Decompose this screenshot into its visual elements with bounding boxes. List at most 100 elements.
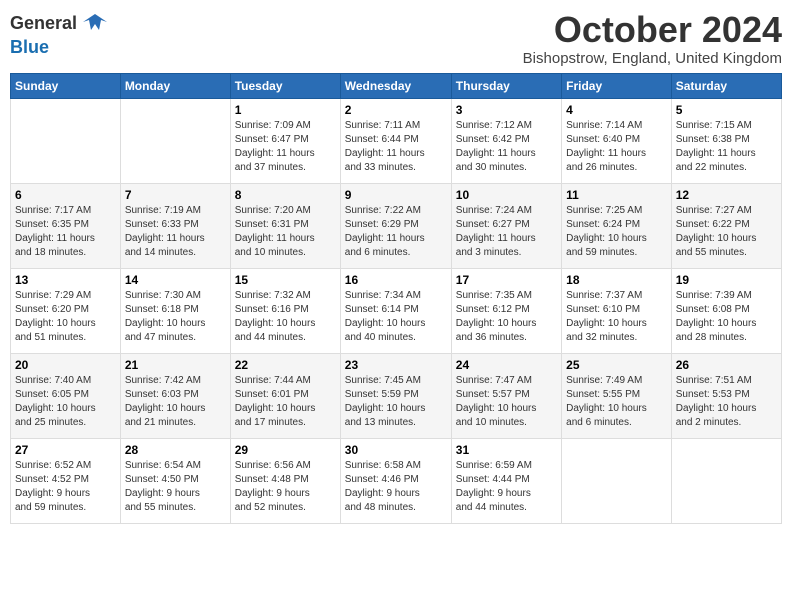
day-number: 8 — [235, 188, 336, 202]
calendar-cell: 18 Sunrise: 7:37 AM Sunset: 6:10 PM Dayli… — [562, 268, 672, 353]
day-number: 11 — [566, 188, 667, 202]
calendar-cell: 26 Sunrise: 7:51 AM Sunset: 5:53 PM Dayli… — [671, 353, 781, 438]
day-info: Sunrise: 7:19 AM Sunset: 6:33 PM Dayligh… — [125, 204, 226, 260]
day-info: Sunrise: 7:47 AM Sunset: 5:57 PM Dayligh… — [456, 374, 557, 430]
day-number: 2 — [345, 103, 447, 117]
day-info: Sunrise: 7:42 AM Sunset: 6:03 PM Dayligh… — [125, 374, 226, 430]
calendar-cell: 7Sunrise: 7:19 AM Sunset: 6:33 PM Daylig… — [120, 183, 230, 268]
day-number: 14 — [125, 273, 226, 287]
calendar-week-2: 6 Sunrise: 7:17 AM Sunset: 6:35 PM Daylig… — [11, 183, 782, 268]
day-info: Sunrise: 7:27 AM Sunset: 6:22 PM Dayligh… — [676, 204, 777, 260]
day-number: 28 — [125, 443, 226, 457]
day-info: Sunrise: 6:52 AM Sunset: 4:52 PM Dayligh… — [15, 459, 116, 515]
day-info: Sunrise: 7:39 AM Sunset: 6:08 PM Dayligh… — [676, 289, 777, 345]
day-info: Sunrise: 7:51 AM Sunset: 5:53 PM Dayligh… — [676, 374, 777, 430]
day-info: Sunrise: 7:40 AM Sunset: 6:05 PM Dayligh… — [15, 374, 116, 430]
calendar-cell: 8Sunrise: 7:20 AM Sunset: 6:31 PM Daylig… — [230, 183, 340, 268]
calendar-cell: 19 Sunrise: 7:39 AM Sunset: 6:08 PM Dayli… — [671, 268, 781, 353]
calendar-cell: 12 Sunrise: 7:27 AM Sunset: 6:22 PM Dayli… — [671, 183, 781, 268]
day-of-week-saturday: Saturday — [671, 73, 781, 98]
calendar-header: SundayMondayTuesdayWednesdayThursdayFrid… — [11, 73, 782, 98]
day-info: Sunrise: 6:56 AM Sunset: 4:48 PM Dayligh… — [235, 459, 336, 515]
day-number: 30 — [345, 443, 447, 457]
calendar-cell: 16Sunrise: 7:34 AM Sunset: 6:14 PM Dayli… — [340, 268, 451, 353]
day-info: Sunrise: 7:32 AM Sunset: 6:16 PM Dayligh… — [235, 289, 336, 345]
calendar-table: SundayMondayTuesdayWednesdayThursdayFrid… — [10, 73, 782, 524]
day-number: 18 — [566, 273, 667, 287]
calendar-week-4: 20 Sunrise: 7:40 AM Sunset: 6:05 PM Dayli… — [11, 353, 782, 438]
title-block: October 2024 Bishopstrow, England, Unite… — [523, 10, 782, 67]
day-number: 15 — [235, 273, 336, 287]
day-of-week-thursday: Thursday — [451, 73, 561, 98]
location: Bishopstrow, England, United Kingdom — [523, 50, 782, 67]
calendar-cell: 25Sunrise: 7:49 AM Sunset: 5:55 PM Dayli… — [562, 353, 672, 438]
day-info: Sunrise: 7:37 AM Sunset: 6:10 PM Dayligh… — [566, 289, 667, 345]
calendar-cell: 29Sunrise: 6:56 AM Sunset: 4:48 PM Dayli… — [230, 438, 340, 523]
calendar-cell: 3Sunrise: 7:12 AM Sunset: 6:42 PM Daylig… — [451, 98, 561, 183]
day-number: 22 — [235, 358, 336, 372]
calendar-cell — [11, 98, 121, 183]
day-of-week-sunday: Sunday — [11, 73, 121, 98]
calendar-cell — [120, 98, 230, 183]
day-info: Sunrise: 7:12 AM Sunset: 6:42 PM Dayligh… — [456, 119, 557, 175]
calendar-cell: 13Sunrise: 7:29 AM Sunset: 6:20 PM Dayli… — [11, 268, 121, 353]
day-of-week-friday: Friday — [562, 73, 672, 98]
calendar-cell: 6 Sunrise: 7:17 AM Sunset: 6:35 PM Daylig… — [11, 183, 121, 268]
calendar-cell: 20 Sunrise: 7:40 AM Sunset: 6:05 PM Dayli… — [11, 353, 121, 438]
calendar-cell: 23 Sunrise: 7:45 AM Sunset: 5:59 PM Dayli… — [340, 353, 451, 438]
calendar-cell: 30 Sunrise: 6:58 AM Sunset: 4:46 PM Dayli… — [340, 438, 451, 523]
calendar-cell: 1 Sunrise: 7:09 AM Sunset: 6:47 PM Daylig… — [230, 98, 340, 183]
day-number: 10 — [456, 188, 557, 202]
calendar-cell — [671, 438, 781, 523]
day-number: 6 — [15, 188, 116, 202]
calendar-cell: 21Sunrise: 7:42 AM Sunset: 6:03 PM Dayli… — [120, 353, 230, 438]
logo: General Blue — [10, 10, 109, 58]
day-info: Sunrise: 6:54 AM Sunset: 4:50 PM Dayligh… — [125, 459, 226, 515]
day-number: 19 — [676, 273, 777, 287]
day-info: Sunrise: 7:29 AM Sunset: 6:20 PM Dayligh… — [15, 289, 116, 345]
day-info: Sunrise: 7:17 AM Sunset: 6:35 PM Dayligh… — [15, 204, 116, 260]
day-number: 16 — [345, 273, 447, 287]
calendar-cell: 10 Sunrise: 7:24 AM Sunset: 6:27 PM Dayli… — [451, 183, 561, 268]
day-number: 5 — [676, 103, 777, 117]
logo-bird-icon — [81, 10, 109, 38]
calendar-cell: 22 Sunrise: 7:44 AM Sunset: 6:01 PM Dayli… — [230, 353, 340, 438]
calendar-cell: 5 Sunrise: 7:15 AM Sunset: 6:38 PM Daylig… — [671, 98, 781, 183]
day-number: 27 — [15, 443, 116, 457]
calendar-cell: 11 Sunrise: 7:25 AM Sunset: 6:24 PM Dayli… — [562, 183, 672, 268]
calendar-week-3: 13Sunrise: 7:29 AM Sunset: 6:20 PM Dayli… — [11, 268, 782, 353]
calendar-cell: 4Sunrise: 7:14 AM Sunset: 6:40 PM Daylig… — [562, 98, 672, 183]
page-header: General Blue October 2024 Bishopstrow, E… — [10, 10, 782, 67]
calendar-week-1: 1 Sunrise: 7:09 AM Sunset: 6:47 PM Daylig… — [11, 98, 782, 183]
day-info: Sunrise: 7:30 AM Sunset: 6:18 PM Dayligh… — [125, 289, 226, 345]
day-number: 1 — [235, 103, 336, 117]
calendar-cell: 2Sunrise: 7:11 AM Sunset: 6:44 PM Daylig… — [340, 98, 451, 183]
calendar-cell: 28 Sunrise: 6:54 AM Sunset: 4:50 PM Dayli… — [120, 438, 230, 523]
day-info: Sunrise: 7:15 AM Sunset: 6:38 PM Dayligh… — [676, 119, 777, 175]
day-number: 20 — [15, 358, 116, 372]
calendar-cell: 27 Sunrise: 6:52 AM Sunset: 4:52 PM Dayli… — [11, 438, 121, 523]
logo-general: General — [10, 14, 77, 34]
day-number: 31 — [456, 443, 557, 457]
calendar-cell: 15 Sunrise: 7:32 AM Sunset: 6:16 PM Dayli… — [230, 268, 340, 353]
calendar-cell: 31 Sunrise: 6:59 AM Sunset: 4:44 PM Dayli… — [451, 438, 561, 523]
day-info: Sunrise: 7:35 AM Sunset: 6:12 PM Dayligh… — [456, 289, 557, 345]
day-of-week-monday: Monday — [120, 73, 230, 98]
day-info: Sunrise: 7:45 AM Sunset: 5:59 PM Dayligh… — [345, 374, 447, 430]
day-info: Sunrise: 7:44 AM Sunset: 6:01 PM Dayligh… — [235, 374, 336, 430]
day-info: Sunrise: 6:58 AM Sunset: 4:46 PM Dayligh… — [345, 459, 447, 515]
day-number: 26 — [676, 358, 777, 372]
day-info: Sunrise: 6:59 AM Sunset: 4:44 PM Dayligh… — [456, 459, 557, 515]
day-info: Sunrise: 7:09 AM Sunset: 6:47 PM Dayligh… — [235, 119, 336, 175]
day-number: 23 — [345, 358, 447, 372]
day-info: Sunrise: 7:25 AM Sunset: 6:24 PM Dayligh… — [566, 204, 667, 260]
day-info: Sunrise: 7:24 AM Sunset: 6:27 PM Dayligh… — [456, 204, 557, 260]
day-info: Sunrise: 7:14 AM Sunset: 6:40 PM Dayligh… — [566, 119, 667, 175]
day-number: 24 — [456, 358, 557, 372]
day-of-week-tuesday: Tuesday — [230, 73, 340, 98]
calendar-week-5: 27 Sunrise: 6:52 AM Sunset: 4:52 PM Dayli… — [11, 438, 782, 523]
calendar-cell: 9 Sunrise: 7:22 AM Sunset: 6:29 PM Daylig… — [340, 183, 451, 268]
day-number: 12 — [676, 188, 777, 202]
day-number: 9 — [345, 188, 447, 202]
day-info: Sunrise: 7:22 AM Sunset: 6:29 PM Dayligh… — [345, 204, 447, 260]
